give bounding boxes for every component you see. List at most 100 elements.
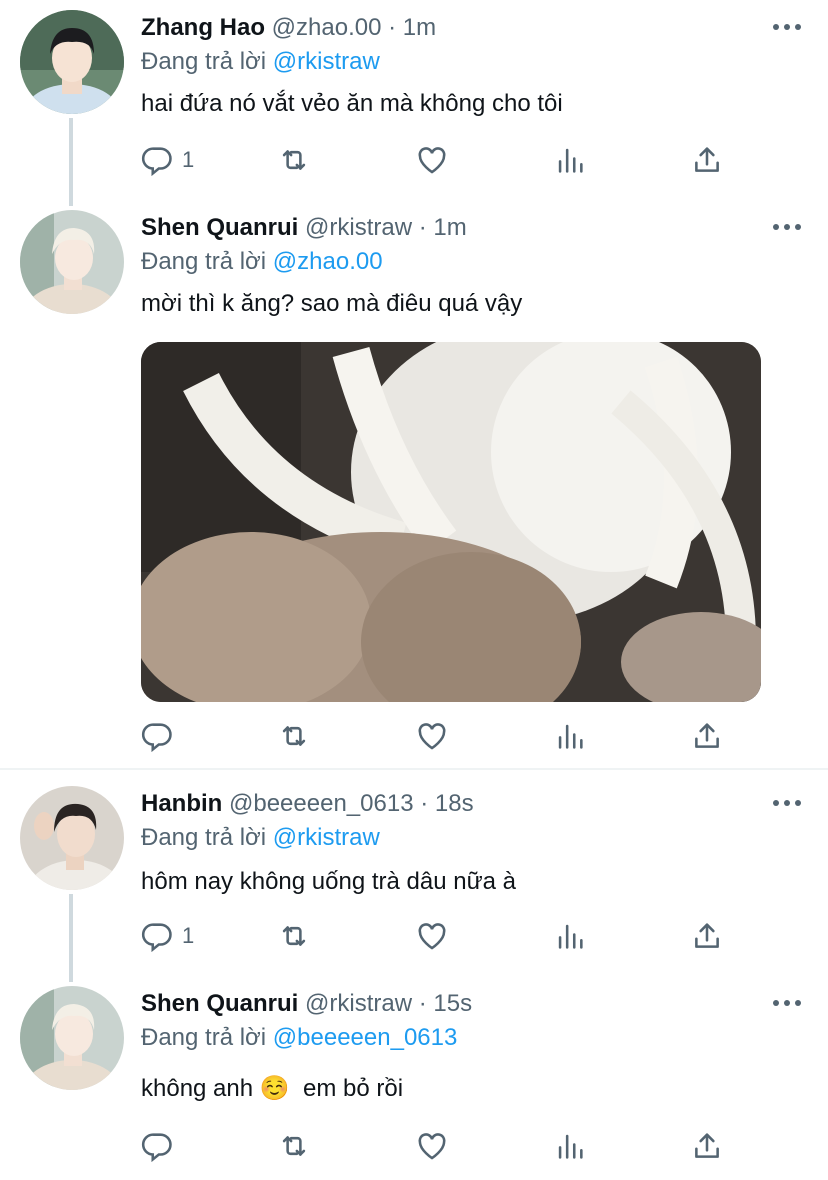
timestamp[interactable]: 1m xyxy=(433,214,466,241)
retweet-button[interactable] xyxy=(277,140,311,180)
action-bar: 1 xyxy=(0,140,828,180)
more-icon[interactable] xyxy=(772,16,802,38)
display-name[interactable]: Shen Quanrui xyxy=(141,214,298,241)
action-bar: 1 xyxy=(0,916,828,956)
avatar[interactable] xyxy=(20,986,124,1090)
analytics-button[interactable] xyxy=(553,916,587,956)
user-handle[interactable]: @zhao.00 xyxy=(272,14,382,41)
reply-count: 1 xyxy=(182,147,195,172)
share-button[interactable] xyxy=(690,916,724,956)
like-button[interactable] xyxy=(415,140,449,180)
retweet-icon xyxy=(277,719,311,753)
share-icon xyxy=(690,1129,724,1163)
reply-context: Đang trả lời @rkistraw xyxy=(141,48,380,76)
reply-prefix: Đang trả lời xyxy=(141,48,267,75)
share-icon xyxy=(690,143,724,177)
separator-dot: · xyxy=(418,214,427,241)
like-button[interactable] xyxy=(415,716,449,756)
avatar[interactable] xyxy=(20,786,124,890)
reply-icon xyxy=(140,1129,174,1163)
retweet-button[interactable] xyxy=(277,716,311,756)
timestamp[interactable]: 1m xyxy=(403,14,436,41)
avatar-image xyxy=(20,986,124,1090)
reply-prefix: Đang trả lời xyxy=(141,824,267,851)
analytics-icon xyxy=(553,143,587,177)
timestamp[interactable]: 18s xyxy=(435,790,474,817)
tweet-header: Shen Quanrui @rkistraw · 1m xyxy=(141,214,467,242)
display-name[interactable]: Shen Quanrui xyxy=(141,990,298,1017)
display-name[interactable]: Hanbin xyxy=(141,790,222,817)
action-bar xyxy=(0,1126,828,1166)
reply-prefix: Đang trả lời xyxy=(141,1024,267,1051)
avatar-image xyxy=(20,10,124,114)
reply-prefix: Đang trả lời xyxy=(141,248,267,275)
retweet-icon xyxy=(277,1129,311,1163)
like-icon xyxy=(415,143,449,177)
analytics-button[interactable] xyxy=(553,1126,587,1166)
reply-button[interactable] xyxy=(140,1126,174,1166)
share-button[interactable] xyxy=(690,1126,724,1166)
analytics-icon xyxy=(553,719,587,753)
reply-mention[interactable]: @zhao.00 xyxy=(273,248,383,275)
reply-count: 1 xyxy=(182,923,195,948)
display-name[interactable]: Zhang Hao xyxy=(141,14,265,41)
user-handle[interactable]: @beeeeen_0613 xyxy=(229,790,414,817)
reply-mention[interactable]: @rkistraw xyxy=(273,48,380,75)
share-button[interactable] xyxy=(690,716,724,756)
like-icon xyxy=(415,1129,449,1163)
tweet-header: Zhang Hao @zhao.00 · 1m xyxy=(141,14,436,42)
avatar[interactable] xyxy=(20,10,124,114)
reply-mention[interactable]: @rkistraw xyxy=(273,824,380,851)
reply-icon xyxy=(140,719,174,753)
analytics-icon xyxy=(553,919,587,953)
avatar-image xyxy=(20,786,124,890)
tweet-text: mời thì k ăng? sao mà điêu quá vậy xyxy=(141,290,523,317)
share-icon xyxy=(690,719,724,753)
tweet[interactable]: Shen Quanrui @rkistraw · 15s Đang trả lờ… xyxy=(0,976,828,1180)
cats-photo xyxy=(141,342,761,702)
reply-button[interactable]: 1 xyxy=(140,140,194,180)
reply-icon xyxy=(140,143,174,177)
more-icon[interactable] xyxy=(772,216,802,238)
timestamp[interactable]: 15s xyxy=(433,990,472,1017)
like-button[interactable] xyxy=(415,916,449,956)
reply-context: Đang trả lời @beeeeen_0613 xyxy=(141,1024,457,1052)
like-icon xyxy=(415,919,449,953)
like-button[interactable] xyxy=(415,1126,449,1166)
tweet[interactable]: Shen Quanrui @rkistraw · 1m Đang trả lời… xyxy=(0,200,828,768)
like-icon xyxy=(415,719,449,753)
tweet-header: Hanbin @beeeeen_0613 · 18s xyxy=(141,790,474,818)
analytics-icon xyxy=(553,1129,587,1163)
separator-dot: · xyxy=(420,790,429,817)
user-handle[interactable]: @rkistraw xyxy=(305,214,412,241)
retweet-button[interactable] xyxy=(277,916,311,956)
more-icon[interactable] xyxy=(772,792,802,814)
avatar-image xyxy=(20,210,124,314)
tweet-text: hai đứa nó vắt vẻo ăn mà không cho tôi xyxy=(141,90,563,117)
reply-button[interactable]: 1 xyxy=(140,916,194,956)
reply-mention[interactable]: @beeeeen_0613 xyxy=(273,1024,458,1051)
tweet-text: không anh ☺️ em bỏ rồi xyxy=(141,1075,404,1102)
action-bar xyxy=(0,716,828,756)
retweet-icon xyxy=(277,143,311,177)
share-icon xyxy=(690,919,724,953)
retweet-icon xyxy=(277,919,311,953)
more-icon[interactable] xyxy=(772,992,802,1014)
tweet-header: Shen Quanrui @rkistraw · 15s xyxy=(141,990,472,1018)
tweet[interactable]: Zhang Hao @zhao.00 · 1m Đang trả lời @rk… xyxy=(0,0,828,206)
reply-button[interactable] xyxy=(140,716,174,756)
reply-icon xyxy=(140,919,174,953)
tweet-media-image[interactable] xyxy=(141,342,761,702)
tweet[interactable]: Hanbin @beeeeen_0613 · 18s Đang trả lời … xyxy=(0,776,828,982)
retweet-button[interactable] xyxy=(277,1126,311,1166)
separator-dot: · xyxy=(418,990,427,1017)
analytics-button[interactable] xyxy=(553,140,587,180)
user-handle[interactable]: @rkistraw xyxy=(305,990,412,1017)
tweet-divider xyxy=(0,768,828,770)
reply-context: Đang trả lời @rkistraw xyxy=(141,824,380,852)
avatar[interactable] xyxy=(20,210,124,314)
reply-context: Đang trả lời @zhao.00 xyxy=(141,248,383,276)
separator-dot: · xyxy=(388,14,397,41)
analytics-button[interactable] xyxy=(553,716,587,756)
share-button[interactable] xyxy=(690,140,724,180)
